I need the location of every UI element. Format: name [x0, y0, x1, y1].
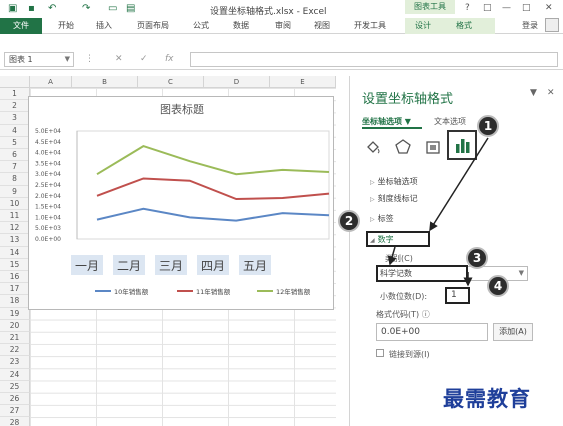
step-badge-4: 4: [487, 275, 509, 297]
callout-arrow-1: [429, 137, 489, 232]
step-badge-1: 1: [477, 115, 499, 137]
callout-arrow-2: [387, 246, 397, 266]
callout-arrows: [387, 137, 489, 287]
step-badge-2: 2: [338, 210, 360, 232]
watermark-logo: 最需教育: [443, 386, 531, 411]
step-badge-3: 3: [466, 247, 488, 269]
